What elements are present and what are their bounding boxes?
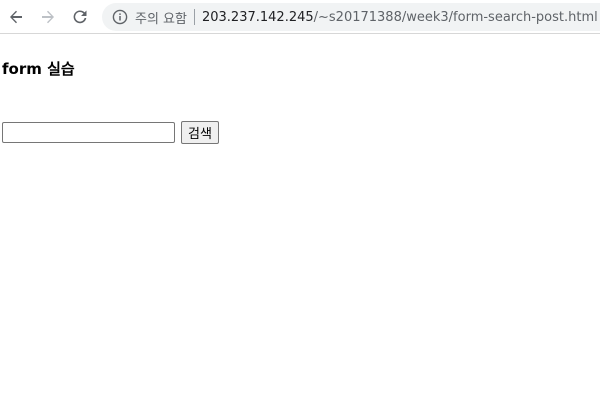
arrow-right-icon — [42, 10, 54, 24]
search-button[interactable]: 검색 — [181, 121, 219, 144]
forward-button[interactable] — [36, 5, 60, 29]
back-button[interactable] — [4, 5, 28, 29]
security-status-label[interactable]: 주의 요함 — [135, 8, 187, 27]
address-separator — [193, 9, 195, 25]
page-content: form 실습 검색 — [0, 35, 600, 400]
search-form: 검색 — [2, 121, 219, 144]
reload-icon — [73, 10, 87, 24]
page-title: form 실습 — [2, 60, 75, 78]
reload-button[interactable] — [68, 5, 92, 29]
info-icon[interactable] — [112, 9, 128, 25]
address-bar[interactable]: 주의 요함 203.237.142.245/~s20171388/week3/f… — [102, 3, 600, 31]
url-text[interactable]: 203.237.142.245/~s20171388/week3/form-se… — [202, 10, 598, 25]
search-input[interactable] — [2, 122, 175, 143]
browser-toolbar: 주의 요함 203.237.142.245/~s20171388/week3/f… — [0, 0, 600, 34]
url-host: 203.237.142.245 — [201, 9, 314, 25]
arrow-left-icon — [10, 10, 22, 24]
url-path: /~s20171388/week3/form-search-post.html — [313, 9, 598, 25]
